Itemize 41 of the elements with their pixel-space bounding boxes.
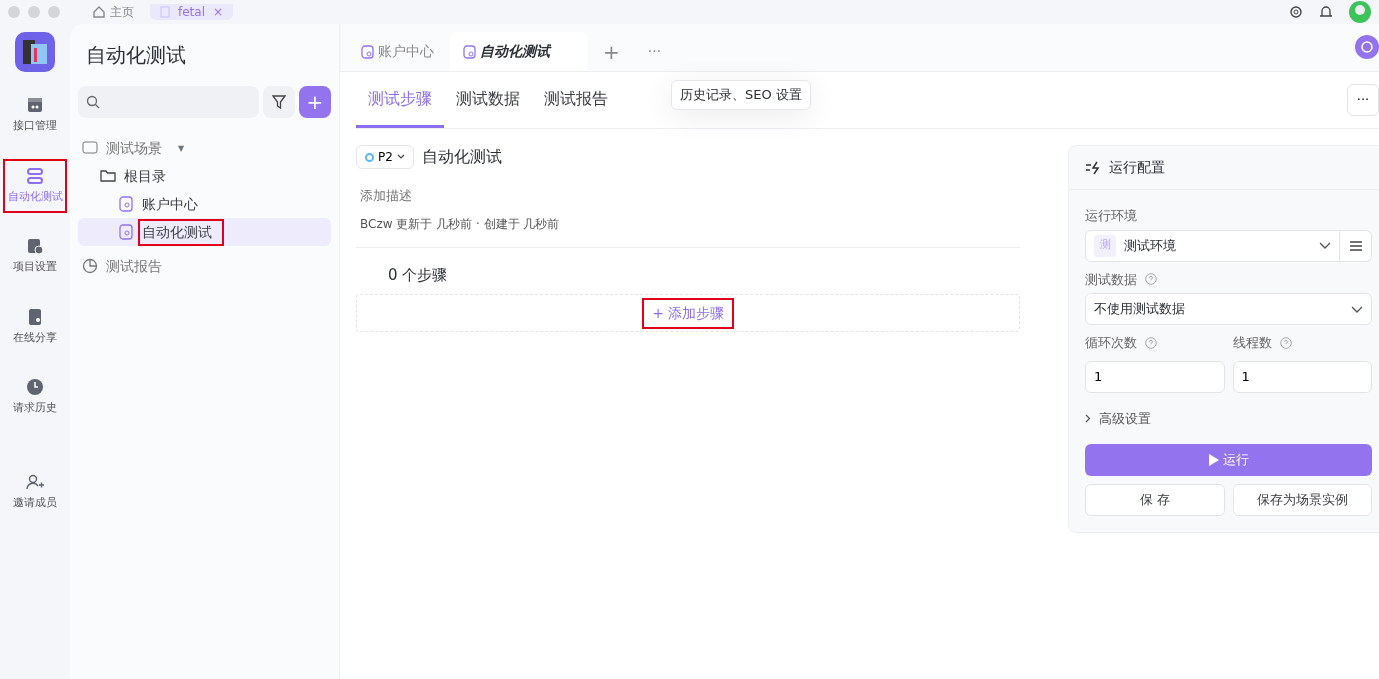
nav-item[interactable]: 项目设置	[3, 229, 67, 284]
save-instance-button[interactable]: 保存为场景实例	[1232, 484, 1372, 516]
tree-item[interactable]: 自动化测试	[78, 218, 331, 246]
nav-item[interactable]: 在线分享	[3, 299, 67, 354]
tree-item[interactable]: 测试场景 ▾	[78, 134, 331, 162]
step-count: 0 个步骤	[387, 264, 449, 286]
home-tab[interactable]: 主页	[92, 3, 134, 21]
more-button[interactable]: ···	[1347, 84, 1379, 116]
tree-item[interactable]: 账户中心	[78, 190, 331, 218]
loop-count-field[interactable]: 1	[1085, 360, 1225, 393]
add-step-button[interactable]: + 添加步骤	[642, 297, 734, 329]
test-data-select[interactable]: 不使用测试数据	[1085, 293, 1372, 325]
document-tab[interactable]: 自动化测试	[450, 32, 587, 71]
field-label: 运行环境	[1085, 207, 1137, 225]
meta-text: BCzw 更新于 几秒前 · 创建于 几秒前	[359, 215, 561, 233]
field-label: 线程数	[1232, 334, 1272, 352]
environment-badge: 测	[1094, 234, 1116, 257]
nav-item[interactable]: 邀请成员	[3, 464, 67, 519]
nav-item[interactable]: 自动化测试	[3, 158, 67, 213]
save-button[interactable]: 保 存	[1085, 484, 1225, 516]
nav-item[interactable]: 接口管理	[3, 88, 67, 143]
environment-select[interactable]: 测 测试环境	[1085, 229, 1340, 262]
panel-title: 自动化测试	[85, 42, 187, 69]
field-label: 循环次数	[1085, 334, 1137, 352]
tree-item[interactable]: 测试报告	[78, 252, 331, 280]
tree-item[interactable]: 根目录	[78, 162, 331, 190]
document-tab[interactable]: 账户中心	[348, 32, 446, 71]
tooltip: 历史记录、SEO 设置	[671, 80, 811, 110]
content-tab[interactable]: 测试报告	[532, 72, 620, 128]
content-tab[interactable]: 测试步骤	[356, 72, 444, 128]
description-field[interactable]: 添加描述	[356, 185, 1020, 207]
card-title: 运行配置	[1109, 158, 1165, 177]
nav-item[interactable]: 请求历史	[3, 370, 67, 425]
content-tab[interactable]: 测试数据	[444, 72, 532, 128]
thread-count-field[interactable]: 1	[1232, 360, 1372, 393]
advanced-settings-toggle[interactable]: 高级设置	[1085, 400, 1372, 436]
priority-dropdown[interactable]: P2	[356, 145, 414, 169]
add-button[interactable]: +	[299, 86, 331, 118]
scenario-title: 自动化测试	[421, 146, 502, 168]
run-button[interactable]: 运行	[1085, 444, 1372, 476]
field-label: 测试数据	[1085, 270, 1137, 289]
